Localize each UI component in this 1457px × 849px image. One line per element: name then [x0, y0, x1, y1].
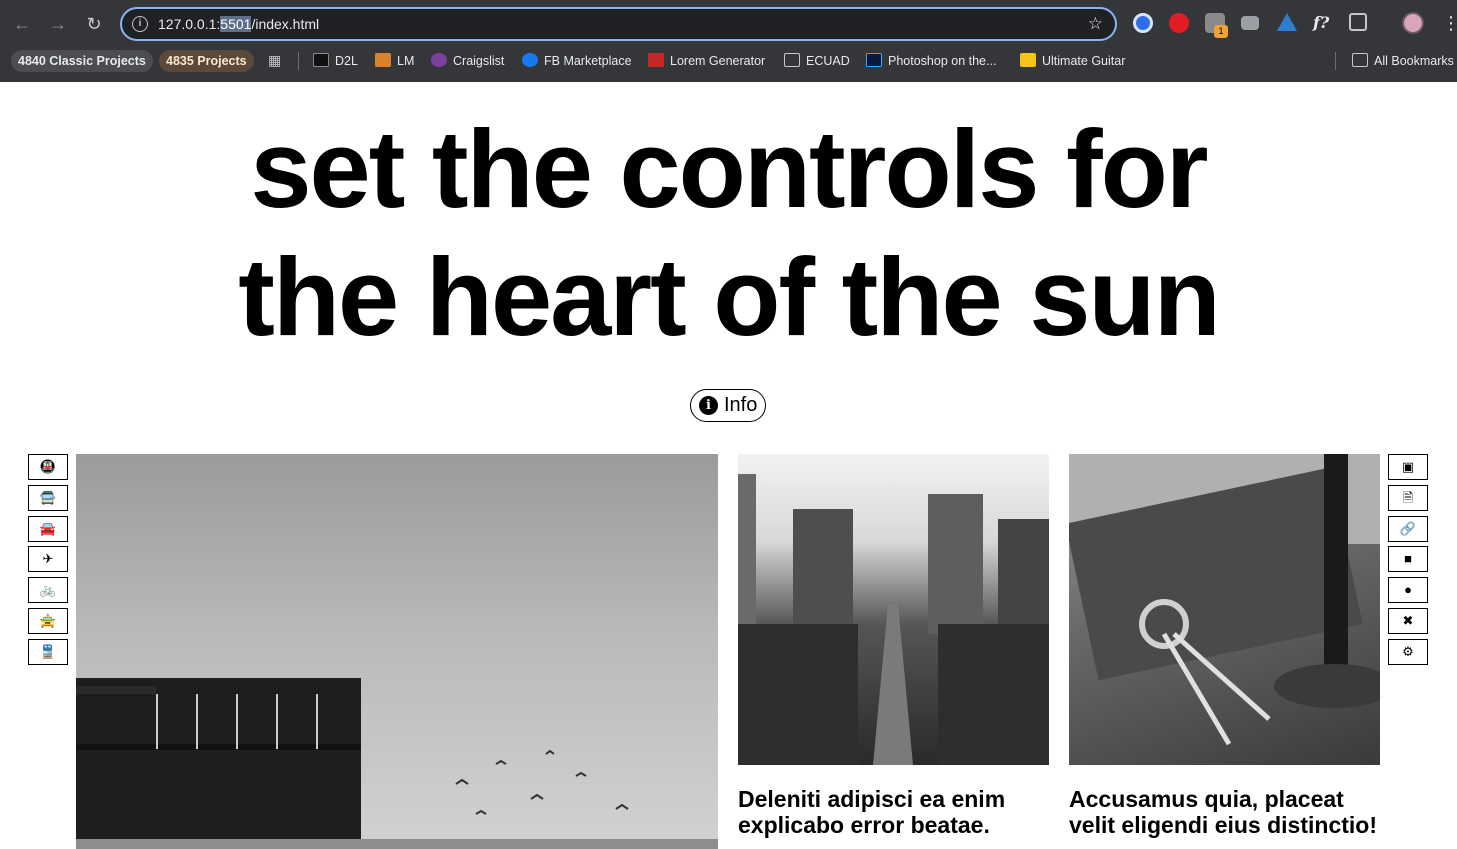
gear-icon[interactable]: ⚙ [1388, 638, 1428, 665]
bookmark-divider [298, 52, 299, 70]
bookmark-star-icon[interactable]: ☆ [1088, 14, 1103, 34]
ultimate-guitar-icon [1020, 53, 1036, 67]
card-caption[interactable]: Accusamus quia, placeat velit eligendi e… [1069, 786, 1389, 838]
city-traffic-photo[interactable] [738, 454, 1049, 765]
apps-grid-icon[interactable]: ▦ [268, 53, 283, 68]
pier-silhouette [76, 678, 718, 849]
hero-heading: set the controls for the heart of the su… [0, 106, 1457, 362]
images-icon[interactable]: ▣ [1388, 454, 1428, 480]
train-icon[interactable]: 🚆 [28, 638, 68, 665]
bookmark-lorem-generator[interactable]: Lorem Generator [648, 50, 765, 72]
url-text[interactable]: 127.0.0.1:5501/index.html [158, 16, 319, 32]
folder-icon [784, 53, 800, 67]
user-icon[interactable]: ● [1388, 577, 1428, 604]
extensions-puzzle-icon[interactable] [1349, 13, 1367, 31]
bookmark-fb-marketplace[interactable]: FB Marketplace [522, 50, 632, 72]
back-arrow-icon[interactable]: ← [10, 12, 34, 36]
card-caption[interactable]: Deleniti adipisci ea enim explicabo erro… [738, 786, 1058, 838]
hero-line-2: the heart of the sun [238, 236, 1221, 359]
pier-birds-photo[interactable] [76, 454, 718, 849]
bookmark-photoshop[interactable]: Photoshop on the... [866, 50, 996, 72]
info-button[interactable]: i Info [690, 389, 766, 422]
font-extension-icon[interactable]: f? [1313, 13, 1333, 33]
compass-desk-photo[interactable] [1069, 454, 1380, 765]
desk-scene [1069, 454, 1380, 746]
info-button-label: Info [724, 394, 758, 416]
adblock-icon[interactable] [1169, 13, 1189, 33]
city-skyline [738, 474, 1049, 765]
bicycle-icon[interactable]: 🚲 [28, 577, 68, 604]
left-icon-bar: 🚇 🚍 🚘 ✈ 🚲 🚖 🚆 [28, 454, 68, 670]
address-bar[interactable]: i 127.0.0.1:5501/index.html ☆ [120, 7, 1117, 41]
bus-icon[interactable]: 🚍 [28, 484, 68, 511]
bookmark-group-projects[interactable]: 4835 Projects [159, 50, 254, 72]
lorem-icon [648, 53, 664, 67]
taxi-icon[interactable]: 🚖 [28, 607, 68, 634]
hero-line-1: set the controls for [250, 108, 1208, 231]
lm-icon [375, 53, 391, 67]
plane-icon[interactable]: ✈ [28, 546, 68, 573]
folder-icon [1352, 53, 1368, 67]
comment-icon[interactable]: ■ [1388, 546, 1428, 573]
bookmark-d2l[interactable]: D2L [313, 50, 358, 72]
bookmark-lm[interactable]: LM [375, 50, 414, 72]
link-icon[interactable]: 🔗 [1388, 515, 1428, 542]
photoshop-icon [866, 53, 882, 67]
triangle-extension-icon[interactable] [1277, 13, 1297, 31]
bookmark-ultimate-guitar[interactable]: Ultimate Guitar [1020, 50, 1125, 72]
bookmark-ecuad[interactable]: ECUAD [784, 50, 850, 72]
car-icon[interactable]: 🚘 [28, 515, 68, 542]
camera-icon[interactable] [1241, 16, 1259, 30]
extension-badge: 1 [1214, 25, 1228, 38]
site-info-icon[interactable]: i [132, 16, 148, 32]
d2l-icon [313, 53, 329, 67]
bookmarks-bar: 4840 Classic Projects 4835 Projects ▦ D2… [0, 48, 1457, 74]
peace-icon [431, 53, 447, 67]
bookmark-craigslist[interactable]: Craigslist [431, 50, 504, 72]
reload-icon[interactable]: ↻ [82, 12, 106, 36]
right-icon-bar: ▣ 🗎 🔗 ■ ● ✖ ⚙ [1388, 454, 1428, 670]
browser-chrome: ← → ↻ i 127.0.0.1:5501/index.html ☆ 1 f?… [0, 0, 1457, 82]
password-manager-icon[interactable] [1133, 13, 1153, 33]
profile-avatar[interactable] [1402, 12, 1424, 34]
tools-icon[interactable]: ✖ [1388, 607, 1428, 634]
subway-icon[interactable]: 🚇 [28, 454, 68, 480]
bookmark-group-classic-projects[interactable]: 4840 Classic Projects [11, 50, 153, 72]
all-bookmarks[interactable]: All Bookmarks [1352, 50, 1454, 72]
bookmark-divider [1335, 52, 1336, 70]
file-icon[interactable]: 🗎 [1388, 484, 1428, 511]
facebook-icon [522, 53, 538, 67]
info-circle-icon: i [699, 396, 718, 415]
web-page: set the controls for the heart of the su… [0, 82, 1457, 849]
menu-kebab-icon[interactable]: ⋮ [1442, 12, 1457, 34]
forward-arrow-icon[interactable]: → [46, 12, 70, 36]
